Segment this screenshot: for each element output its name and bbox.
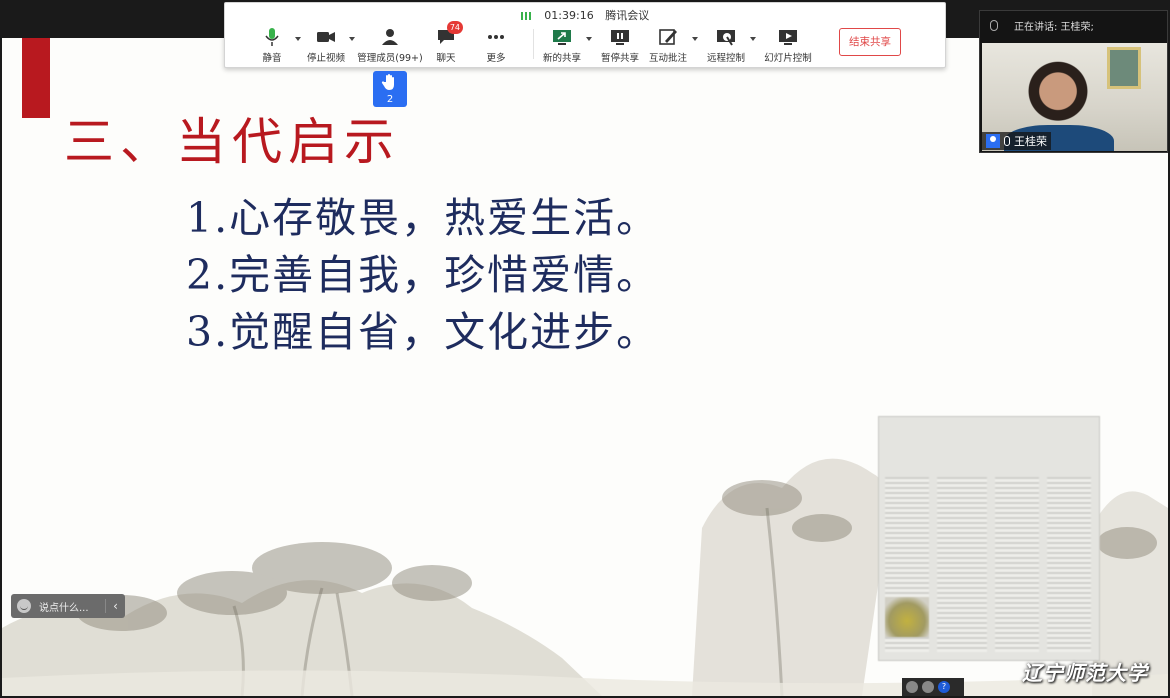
new-share-button[interactable]: 新的共享 <box>529 27 595 64</box>
newspaper-image <box>878 416 1100 661</box>
more-dots-icon <box>488 35 504 39</box>
slide-points: 1.心存敬畏，热爱生活。 2.完善自我，珍惜爱情。 3.觉醒自省，文化进步。 <box>186 190 659 361</box>
meeting-timer: 01:39:16 <box>544 9 594 22</box>
pause-icon <box>611 30 629 45</box>
meeting-toolbar: 01:39:16 腾讯会议 静音 停止视频 管理成员(99+) 74 聊天 更多… <box>224 2 946 68</box>
end-share-button[interactable]: 结束共享 <box>839 28 901 56</box>
user-icon <box>986 134 1000 148</box>
video-options-caret[interactable] <box>349 37 355 41</box>
speaker-face <box>1028 59 1088 129</box>
chat-unread-badge: 74 <box>446 21 463 34</box>
chat-bubble-icon: 74 <box>435 21 463 47</box>
microphone-icon <box>265 28 279 46</box>
raised-hands-count: 2 <box>386 94 394 105</box>
more-button[interactable]: 更多 <box>463 27 529 64</box>
person-icon <box>382 29 398 45</box>
newspaper-masthead <box>885 425 1093 469</box>
mic-icon <box>1004 136 1010 146</box>
speaker-status-bar: 正在讲话: 王桂荣; <box>980 11 1167 39</box>
app-name: 腾讯会议 <box>605 9 650 22</box>
language-icon[interactable] <box>922 681 934 693</box>
speaker-panel: 正在讲话: 王桂荣; 王桂荣 <box>979 10 1168 153</box>
newspaper-photo <box>885 597 929 637</box>
slide-point-2: 2.完善自我，珍惜爱情。 <box>186 251 660 299</box>
speaking-mic-icon <box>990 19 998 31</box>
slide-title: 三、当代启示 <box>64 113 400 171</box>
chat-input[interactable]: 说点什么... ‹ <box>11 594 125 618</box>
keyboard-icon[interactable] <box>906 681 918 693</box>
remote-control-button[interactable]: 远程控制 <box>693 27 759 64</box>
slideshow-icon <box>779 30 797 45</box>
emoji-icon[interactable] <box>17 599 31 613</box>
mini-controls: ? <box>902 678 964 696</box>
speaker-name-tag: 王桂荣 <box>982 132 1051 150</box>
help-icon[interactable]: ? <box>938 681 950 693</box>
share-screen-icon <box>553 30 571 45</box>
slide-point-3: 3.觉醒自省，文化进步。 <box>186 308 660 356</box>
raised-hands-button[interactable]: 2 <box>373 71 407 107</box>
raised-hand-icon <box>381 74 394 90</box>
annotate-pen-icon <box>659 29 677 45</box>
chat-input-placeholder: 说点什么... <box>39 602 89 614</box>
wall-picture <box>1107 47 1141 89</box>
slide-control-button[interactable]: 幻灯片控制 <box>755 27 821 64</box>
speaking-status: 正在讲话: 王桂荣; <box>1014 21 1094 33</box>
annotate-button[interactable]: 互动批注 <box>635 27 701 64</box>
collapse-chevron-icon[interactable]: ‹ <box>105 599 125 613</box>
speaker-name: 王桂荣 <box>1014 135 1047 148</box>
remote-control-icon <box>717 30 735 46</box>
university-watermark: 辽宁师范大学 <box>1022 661 1148 685</box>
title-accent-bar <box>22 38 50 118</box>
video-camera-icon <box>317 32 335 42</box>
slide-point-1: 1.心存敬畏，热爱生活。 <box>186 194 660 242</box>
meeting-status: 01:39:16 腾讯会议 <box>225 7 945 22</box>
signal-icon <box>520 12 531 20</box>
stop-video-button[interactable]: 停止视频 <box>293 27 359 64</box>
